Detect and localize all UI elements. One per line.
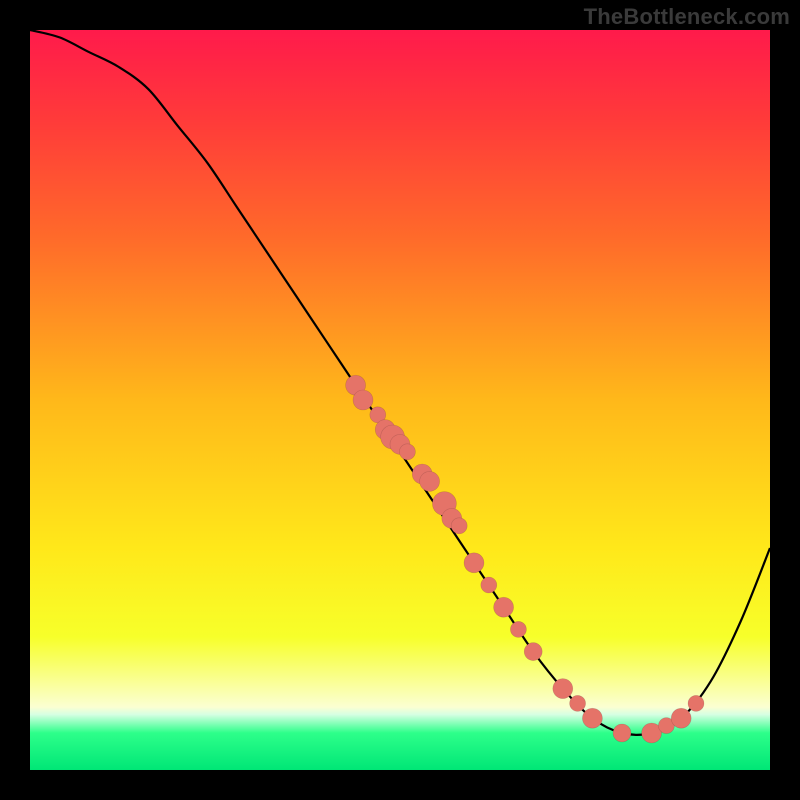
data-marker [494,597,514,617]
data-marker [524,643,542,661]
data-marker [570,695,586,711]
data-marker [464,553,484,573]
data-marker [582,708,602,728]
data-marker [553,679,573,699]
data-marker [420,471,440,491]
data-marker [688,695,704,711]
bottleneck-curve [30,30,770,735]
data-marker [399,444,415,460]
data-marker [451,518,467,534]
plot-area [30,30,770,770]
watermark-text: TheBottleneck.com [584,4,790,30]
page-root: TheBottleneck.com [0,0,800,800]
data-marker [510,621,526,637]
data-marker [353,390,373,410]
data-marker [481,577,497,593]
chart-svg [30,30,770,770]
markers-group [346,375,704,743]
data-marker [671,708,691,728]
data-marker [613,724,631,742]
